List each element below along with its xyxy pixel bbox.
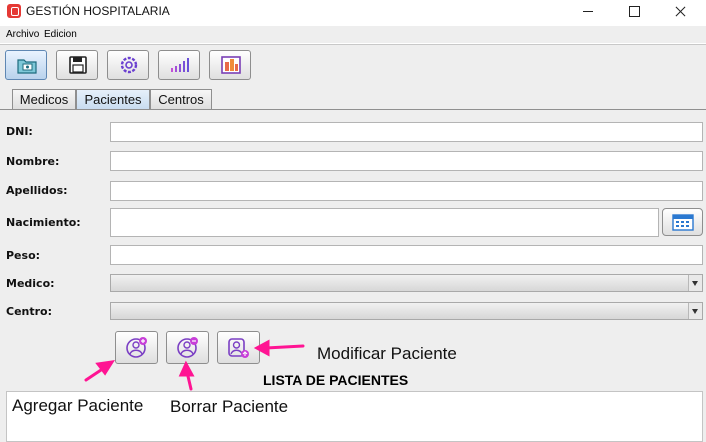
add-annotation: Agregar Paciente <box>12 396 144 415</box>
delete-annotation: Borrar Paciente <box>170 397 289 416</box>
modify-arrow-head <box>253 339 270 357</box>
modify-annotation-arrow <box>264 344 305 350</box>
modify-annotation: Modificar Paciente <box>317 344 457 363</box>
delete-arrow-head <box>178 360 195 377</box>
list-title: LISTA DE PACIENTES <box>263 372 409 388</box>
